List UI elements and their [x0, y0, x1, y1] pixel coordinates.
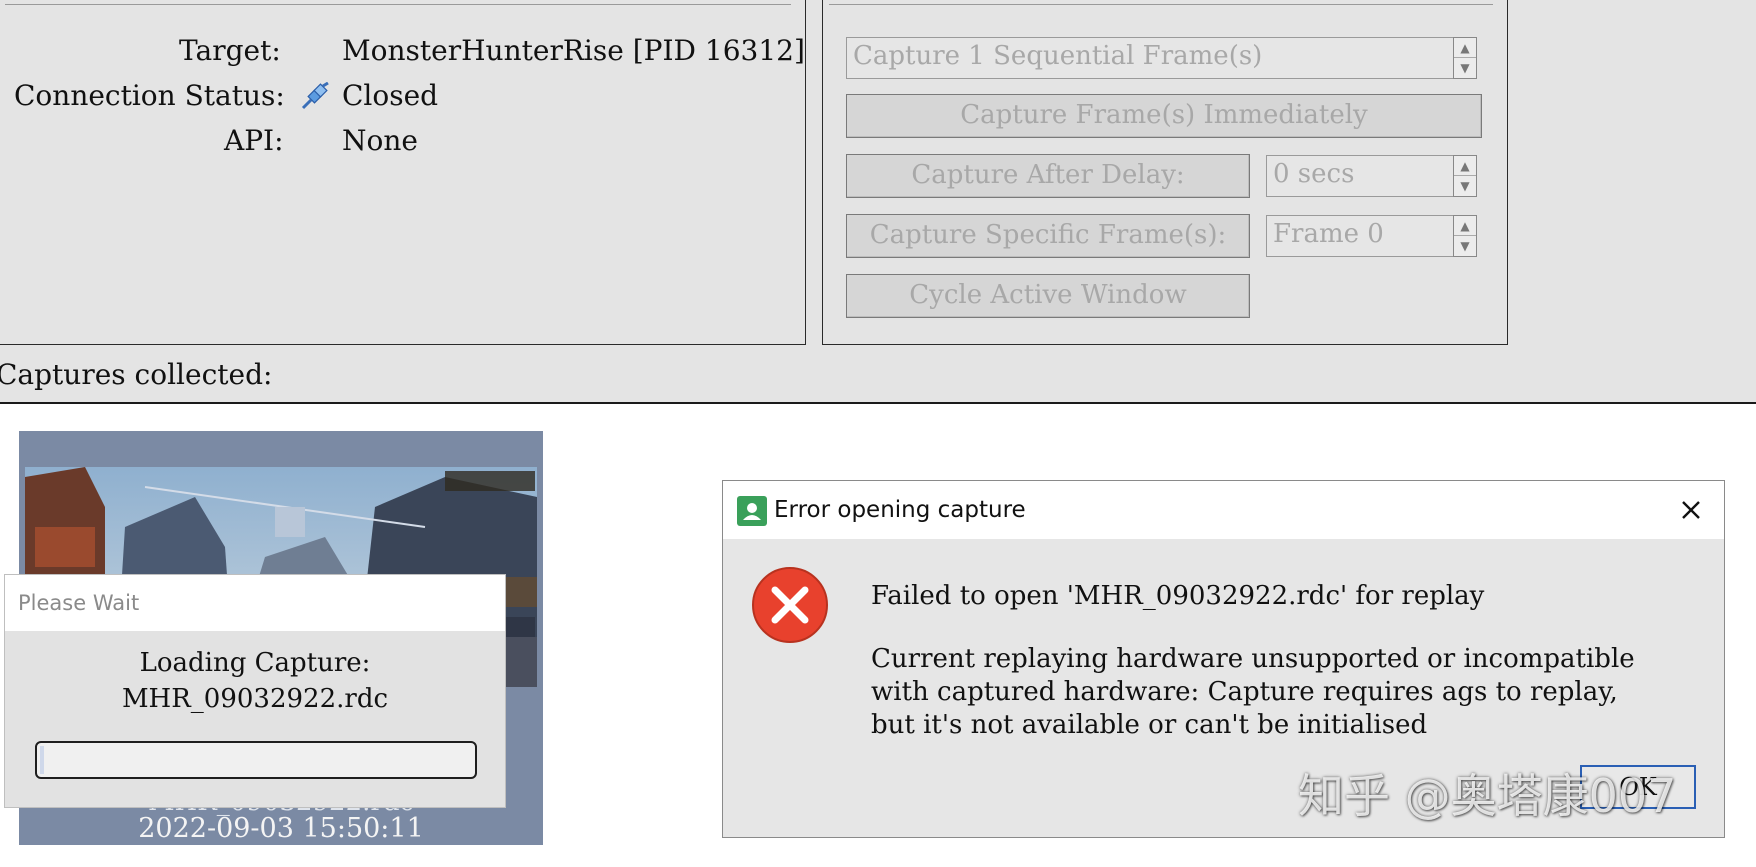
spin-down-icon[interactable]: ▼ — [1454, 58, 1476, 78]
please-wait-title: Please Wait — [5, 575, 505, 631]
please-wait-message: Loading Capture: MHR_09032922.rdc — [5, 645, 505, 717]
error-dialog-title: Error opening capture — [774, 497, 1026, 523]
error-message-line: but it's not available or can't be initi… — [871, 710, 1428, 740]
error-message-line: Failed to open 'MHR_09032922.rdc' for re… — [871, 581, 1485, 611]
captures-collected-label: Captures collected: — [0, 358, 273, 391]
network-plug-icon — [301, 82, 329, 110]
spin-down-icon[interactable]: ▼ — [1454, 176, 1476, 196]
capture-panel: Target: MonsterHunterRise [PID 16312] Co… — [0, 0, 1756, 403]
close-icon[interactable] — [1674, 493, 1708, 527]
target-value: MonsterHunterRise [PID 16312] — [342, 34, 805, 67]
delay-spinner[interactable]: ▲ ▼ — [1453, 155, 1477, 197]
capture-specific-frames-button[interactable]: Capture Specific Frame(s): — [846, 214, 1250, 258]
sequential-frames-field[interactable]: Capture 1 Sequential Frame(s) — [846, 37, 1458, 79]
api-value: None — [342, 124, 418, 157]
error-dialog-titlebar: Error opening capture — [723, 481, 1724, 539]
connection-group: Target: MonsterHunterRise [PID 16312] Co… — [0, 0, 806, 345]
capture-immediately-button[interactable]: Capture Frame(s) Immediately — [846, 94, 1482, 138]
target-label: Target: — [179, 34, 281, 67]
error-message-line: with captured hardware: Capture requires… — [871, 677, 1618, 707]
loading-progress-bar — [35, 741, 477, 779]
api-label: API: — [224, 124, 284, 157]
frame-field[interactable]: Frame 0 — [1266, 215, 1460, 257]
loading-capture-label: Loading Capture: — [139, 648, 371, 678]
renderdoc-app-icon — [737, 496, 767, 526]
cycle-active-window-button[interactable]: Cycle Active Window — [846, 274, 1250, 318]
divider — [0, 402, 1756, 404]
capture-options-group: Capture 1 Sequential Frame(s) ▲ ▼ Capture… — [822, 0, 1508, 345]
please-wait-dialog: Please Wait Loading Capture: MHR_0903292… — [4, 574, 506, 808]
frame-spinner[interactable]: ▲ ▼ — [1453, 215, 1477, 257]
watermark: 知乎 @奥塔康007 — [1298, 769, 1677, 823]
capture-thumbnail-date: 2022-09-03 15:50:11 — [138, 813, 424, 844]
spin-down-icon[interactable]: ▼ — [1454, 236, 1476, 256]
capture-after-delay-button[interactable]: Capture After Delay: — [846, 154, 1250, 198]
spin-up-icon[interactable]: ▲ — [1454, 156, 1476, 176]
spin-up-icon[interactable]: ▲ — [1454, 38, 1476, 58]
spin-up-icon[interactable]: ▲ — [1454, 216, 1476, 236]
error-message-line: Current replaying hardware unsupported o… — [871, 644, 1635, 674]
error-x-icon — [752, 567, 828, 643]
loading-capture-filename: MHR_09032922.rdc — [121, 684, 389, 714]
connection-status-label: Connection Status: — [14, 79, 285, 112]
loading-progress-fill — [40, 746, 44, 774]
sequential-frames-spinner[interactable]: ▲ ▼ — [1453, 37, 1477, 79]
delay-field[interactable]: 0 secs — [1266, 155, 1460, 197]
connection-status-value: Closed — [342, 79, 439, 112]
